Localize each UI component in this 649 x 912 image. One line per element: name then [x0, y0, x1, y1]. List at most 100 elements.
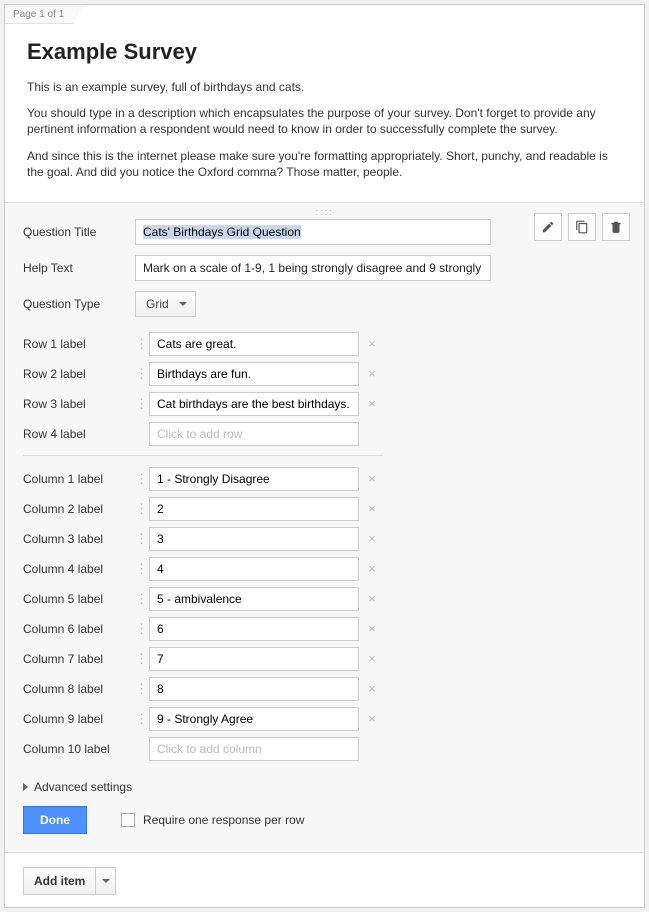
- row-add-input[interactable]: [149, 422, 359, 446]
- row-input[interactable]: [149, 332, 359, 356]
- drag-handle-icon[interactable]: ⋮⋮: [135, 686, 149, 692]
- advanced-settings-label: Advanced settings: [34, 780, 132, 794]
- column-item: Column 8 label⋮⋮ ×: [23, 674, 626, 704]
- column-input[interactable]: [149, 707, 359, 731]
- remove-column-button[interactable]: ×: [363, 621, 381, 636]
- row-label: Row 2 label: [23, 367, 135, 381]
- row-item: Row 1 label⋮⋮ ×: [23, 329, 626, 359]
- survey-header: Example Survey This is an example survey…: [5, 25, 644, 202]
- column-label: Column 6 label: [23, 622, 135, 636]
- column-item: Column 1 label⋮⋮×: [23, 464, 626, 494]
- column-item: Column 9 label⋮⋮ ×: [23, 704, 626, 734]
- add-item-button[interactable]: Add item: [23, 867, 96, 895]
- column-item: Column 2 label⋮⋮ ×: [23, 494, 626, 524]
- column-label: Column 4 label: [23, 562, 135, 576]
- column-label: Column 3 label: [23, 532, 135, 546]
- remove-column-button[interactable]: ×: [363, 501, 381, 516]
- column-input[interactable]: [149, 557, 359, 581]
- add-item-dropdown[interactable]: [96, 867, 116, 895]
- column-label: Column 2 label: [23, 502, 135, 516]
- require-one-option[interactable]: Require one response per row: [121, 813, 304, 827]
- remove-column-button[interactable]: ×: [363, 471, 381, 486]
- question-toolbar: [534, 213, 630, 241]
- advanced-settings-toggle[interactable]: Advanced settings: [23, 780, 626, 794]
- drag-handle-icon[interactable]: ⋮⋮: [135, 626, 149, 632]
- column-item: Column 7 label⋮⋮ ×: [23, 644, 626, 674]
- question-title-input[interactable]: Cats' Birthdays Grid Question: [135, 219, 491, 245]
- drag-handle-icon[interactable]: ⋮⋮: [135, 476, 149, 482]
- question-title-label: Question Title: [23, 225, 135, 239]
- row-add: Row 4 label⋮⋮: [23, 419, 626, 449]
- column-label: Column 5 label: [23, 592, 135, 606]
- add-item-bar: Add item: [5, 853, 644, 895]
- remove-column-button[interactable]: ×: [363, 531, 381, 546]
- remove-column-button[interactable]: ×: [363, 591, 381, 606]
- survey-description[interactable]: This is an example survey, full of birth…: [27, 79, 622, 180]
- column-input[interactable]: [149, 587, 359, 611]
- page-indicator: Page 1 of 1: [5, 6, 83, 24]
- row-item: Row 3 label⋮⋮×: [23, 389, 626, 419]
- drag-handle-icon[interactable]: ⋮⋮: [135, 656, 149, 662]
- trash-icon: [609, 220, 623, 234]
- rows-section: Row 1 label⋮⋮×Row 2 label⋮⋮×Row 3 label⋮…: [23, 329, 626, 449]
- help-text-input[interactable]: [135, 255, 491, 281]
- intro-line: You should type in a description which e…: [27, 105, 622, 137]
- drag-handle-icon[interactable]: ⋮⋮: [135, 536, 149, 542]
- drag-handle-icon[interactable]: ⋮⋮: [135, 401, 149, 407]
- require-one-label: Require one response per row: [143, 813, 304, 827]
- column-add-input[interactable]: [149, 737, 359, 761]
- intro-line: And since this is the internet please ma…: [27, 148, 622, 180]
- column-label: Column 7 label: [23, 652, 135, 666]
- chevron-down-icon: [179, 302, 187, 306]
- question-title-value: Cats' Birthdays Grid Question: [143, 225, 301, 239]
- help-text-label: Help Text: [23, 261, 135, 275]
- column-item: Column 6 label⋮⋮ ×: [23, 614, 626, 644]
- drag-handle-icon[interactable]: ⋮⋮: [135, 506, 149, 512]
- column-item: Column 4 label⋮⋮ ×: [23, 554, 626, 584]
- pencil-icon: [541, 220, 555, 234]
- question-editor: :::: Question Title Cats' Birthdays Grid…: [5, 202, 644, 853]
- column-add: Column 10 label⋮⋮: [23, 734, 626, 764]
- remove-row-button[interactable]: ×: [363, 366, 381, 381]
- column-input[interactable]: [149, 497, 359, 521]
- duplicate-button[interactable]: [568, 213, 596, 241]
- checkbox-icon[interactable]: [121, 813, 135, 827]
- column-input[interactable]: [149, 527, 359, 551]
- delete-button[interactable]: [602, 213, 630, 241]
- drag-handle-icon[interactable]: ⋮⋮: [135, 341, 149, 347]
- triangle-right-icon: [23, 783, 28, 791]
- column-input[interactable]: [149, 467, 359, 491]
- column-input[interactable]: [149, 617, 359, 641]
- row-label: Row 4 label: [23, 427, 135, 441]
- row-input[interactable]: [149, 362, 359, 386]
- row-item: Row 2 label⋮⋮ ×: [23, 359, 626, 389]
- column-label: Column 9 label: [23, 712, 135, 726]
- remove-row-button[interactable]: ×: [363, 336, 381, 351]
- column-item: Column 5 label⋮⋮ ×: [23, 584, 626, 614]
- column-input[interactable]: [149, 647, 359, 671]
- drag-handle-icon[interactable]: ⋮⋮: [135, 596, 149, 602]
- drag-handle-icon[interactable]: ⋮⋮: [135, 371, 149, 377]
- edit-button[interactable]: [534, 213, 562, 241]
- remove-row-button[interactable]: ×: [363, 396, 381, 411]
- remove-column-button[interactable]: ×: [363, 561, 381, 576]
- chevron-down-icon: [102, 879, 110, 883]
- done-button[interactable]: Done: [23, 806, 87, 834]
- row-label: Row 1 label: [23, 337, 135, 351]
- column-label: Column 8 label: [23, 682, 135, 696]
- drag-handle-icon[interactable]: ⋮⋮: [135, 566, 149, 572]
- remove-column-button[interactable]: ×: [363, 651, 381, 666]
- section-divider: [23, 455, 383, 456]
- column-label: Column 10 label: [23, 742, 135, 756]
- remove-column-button[interactable]: ×: [363, 711, 381, 726]
- page-tab: Page 1 of 1: [5, 5, 644, 25]
- drag-handle-icon[interactable]: ⋮⋮: [135, 716, 149, 722]
- column-input[interactable]: [149, 677, 359, 701]
- copy-icon: [575, 220, 589, 234]
- question-type-label: Question Type: [23, 297, 135, 311]
- question-type-dropdown[interactable]: Grid: [135, 291, 196, 317]
- remove-column-button[interactable]: ×: [363, 681, 381, 696]
- survey-title[interactable]: Example Survey: [27, 39, 622, 65]
- columns-section: Column 1 label⋮⋮×Column 2 label⋮⋮×Column…: [23, 464, 626, 764]
- row-input[interactable]: [149, 392, 359, 416]
